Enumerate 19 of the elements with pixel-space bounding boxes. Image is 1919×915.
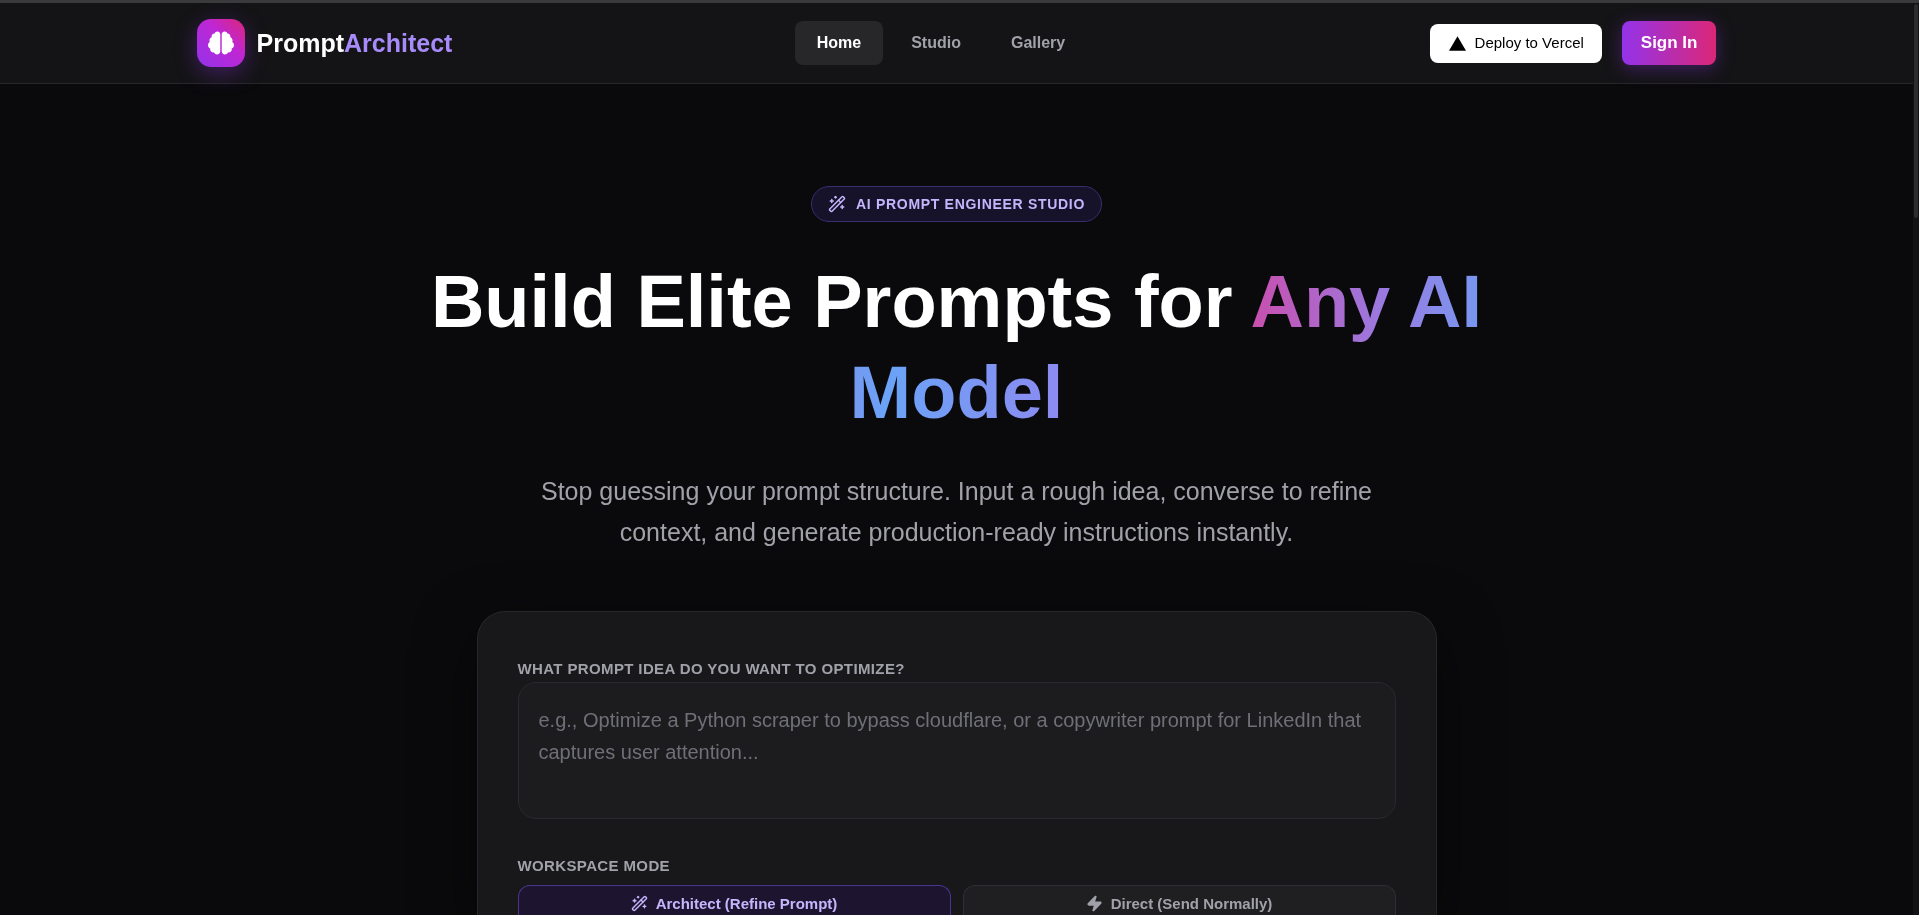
- scrollbar-track[interactable]: [1913, 3, 1919, 915]
- deploy-button[interactable]: Deploy to Vercel: [1429, 23, 1602, 63]
- prompt-idea-field[interactable]: e.g., Optimize a Python scraper to bypass cloudflare, or a copywriter prompt for LinkedIn that captures user attention...: [517, 682, 1396, 819]
- workspace-mode-label: WORKSPACE MODE: [517, 856, 671, 876]
- brand-name[interactable]: PromptArchitect: [256, 27, 453, 59]
- mode-option[interactable]: Direct (Send Normally): [962, 885, 1396, 915]
- sign-in-button[interactable]: Sign In: [1621, 21, 1717, 65]
- nav-tab[interactable]: Studio: [889, 21, 983, 65]
- nav-tab[interactable]: Gallery: [988, 21, 1088, 65]
- field-label: WHAT PROMPT IDEA DO YOU WANT TO OPTIMIZE?: [517, 659, 906, 679]
- hero-subtitle: Stop guessing your prompt structure. Input a rough idea, converse to refine context, and generate production-ready instructions instantly.: [540, 476, 1373, 548]
- brain-icon: [196, 19, 245, 67]
- magic-wand-icon: [827, 195, 846, 213]
- badge-label: AI PROMPT ENGINEER STUDIO: [855, 195, 1086, 214]
- mode-option[interactable]: Architect (Refine Prompt): [517, 885, 951, 915]
- lightning-icon: [1085, 895, 1103, 912]
- magic-wand-icon: [630, 895, 648, 912]
- nav-tab[interactable]: Home: [794, 21, 884, 65]
- triangle-icon: [1448, 35, 1466, 51]
